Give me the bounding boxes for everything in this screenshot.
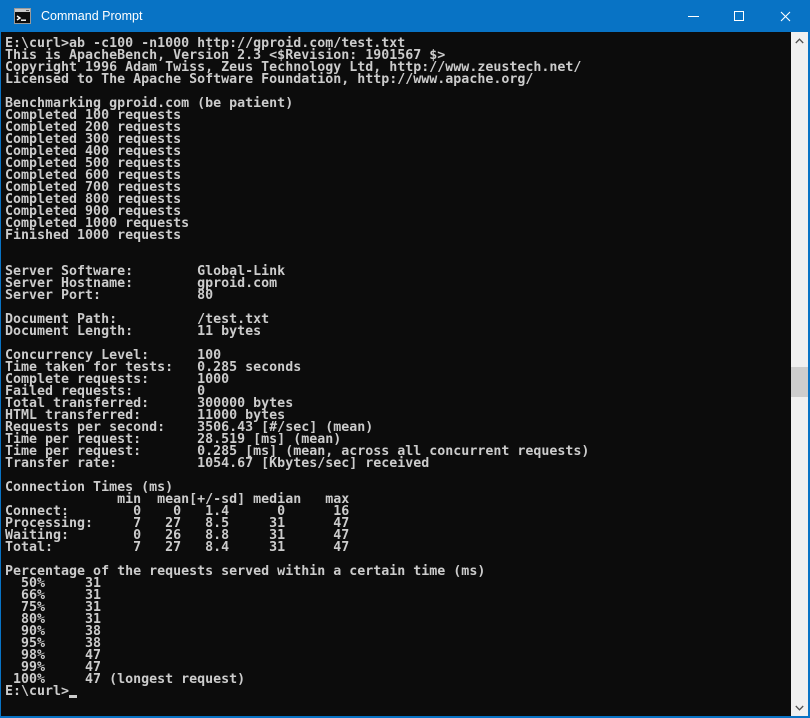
close-button[interactable] [762,0,808,32]
maximize-button[interactable] [716,0,762,32]
terminal[interactable]: E:\curl>ab -c100 -n1000 http://gproid.co… [1,32,791,716]
titlebar[interactable]: Command Prompt [1,0,808,32]
prompt-text: E:\curl> [5,686,69,698]
scroll-down-button[interactable] [791,699,808,716]
titlebar-left: Command Prompt [1,8,670,24]
console-area: E:\curl>ab -c100 -n1000 http://gproid.co… [1,32,808,716]
command-prompt-icon [14,8,31,24]
close-icon [780,11,791,22]
terminal-output: E:\curl>ab -c100 -n1000 http://gproid.co… [5,38,791,686]
command-prompt-window: Command Prompt E:\curl>ab -c100 -n1000 h… [0,0,810,718]
scrollbar-thumb[interactable] [791,367,808,397]
minimize-button[interactable] [670,0,716,32]
chevron-up-icon [795,38,804,44]
text-cursor [69,695,77,698]
scroll-up-button[interactable] [791,32,808,49]
prompt-line: E:\curl> [5,686,791,698]
minimize-icon [688,16,699,17]
window-title: Command Prompt [41,9,142,23]
chevron-down-icon [795,705,804,711]
caption-buttons [670,0,808,32]
vertical-scrollbar[interactable] [791,32,808,716]
maximize-icon [734,11,744,21]
